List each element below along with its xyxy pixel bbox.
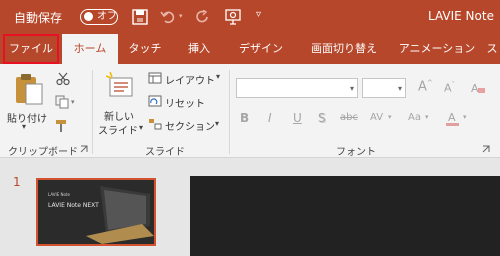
font-size-combobox[interactable]: ▾ bbox=[362, 78, 406, 98]
increase-font-size-icon[interactable]: A^ bbox=[418, 79, 433, 94]
autosave-toggle[interactable]: オフ bbox=[80, 9, 118, 25]
slide-thumbnail[interactable]: LAVIE Note LAVIE Note NEXT bbox=[36, 178, 156, 246]
undo-icon[interactable] bbox=[160, 10, 176, 24]
svg-text:A: A bbox=[471, 82, 479, 95]
document-title: LAVIE Note bbox=[428, 9, 494, 23]
reset-icon[interactable] bbox=[148, 95, 162, 107]
copy-icon[interactable] bbox=[55, 95, 69, 109]
font-group-label: フォント bbox=[336, 147, 376, 158]
autosave-label: 自動保存 bbox=[14, 11, 63, 25]
underline-button[interactable]: U bbox=[293, 111, 302, 125]
cut-icon[interactable] bbox=[56, 72, 70, 86]
clear-formatting-icon[interactable]: A bbox=[470, 80, 486, 96]
svg-text:A: A bbox=[448, 111, 456, 124]
clipboard-launcher-icon[interactable] bbox=[80, 145, 88, 153]
new-slide-label-1[interactable]: 新しい bbox=[104, 108, 134, 123]
chevron-down-icon[interactable]: ▾ bbox=[425, 113, 429, 121]
character-spacing-button[interactable]: AV bbox=[370, 112, 383, 123]
italic-button[interactable]: I bbox=[268, 111, 272, 125]
strikethrough-button[interactable]: abc bbox=[340, 112, 358, 123]
reset-label[interactable]: リセット bbox=[165, 95, 205, 110]
title-bar: 自動保存 オフ ▾ ▿ LAVIE Note bbox=[0, 0, 500, 34]
chevron-down-icon[interactable]: ▾ bbox=[388, 113, 392, 121]
paste-icon[interactable] bbox=[14, 72, 44, 106]
present-from-start-icon[interactable] bbox=[224, 8, 242, 26]
separator bbox=[92, 70, 93, 154]
laptop-image bbox=[86, 186, 154, 244]
tab-touch[interactable]: タッチ bbox=[122, 34, 168, 64]
separator bbox=[229, 70, 230, 154]
change-case-button[interactable]: Aa bbox=[408, 112, 421, 123]
slide-number: 1 bbox=[13, 175, 21, 189]
undo-dropdown-icon[interactable]: ▾ bbox=[179, 12, 183, 20]
autosave-state: オフ bbox=[97, 11, 117, 22]
ribbon: 貼り付け ▾ ▾ クリップボード 新しい スライド ▾ レイアウト ▾ リセット… bbox=[0, 64, 500, 158]
chevron-down-icon[interactable]: ▾ bbox=[350, 84, 354, 93]
new-slide-label-2[interactable]: スライド bbox=[98, 122, 138, 137]
thumb-small-text: LAVIE Note bbox=[48, 192, 70, 197]
new-slide-icon[interactable] bbox=[106, 72, 136, 100]
layout-icon[interactable] bbox=[148, 72, 162, 84]
format-painter-icon[interactable] bbox=[55, 119, 69, 133]
chevron-down-icon[interactable]: ▾ bbox=[398, 84, 402, 93]
tab-insert[interactable]: 挿入 bbox=[178, 34, 220, 64]
tab-file[interactable]: ファイル bbox=[3, 34, 59, 64]
save-icon[interactable] bbox=[132, 9, 148, 25]
clipboard-group-label: クリップボード bbox=[8, 147, 78, 158]
font-name-combobox[interactable]: ▾ bbox=[236, 78, 358, 98]
customize-qat-icon[interactable]: ▿ bbox=[256, 9, 261, 20]
tab-design[interactable]: デザイン bbox=[230, 34, 292, 64]
tab-slideshow[interactable]: ス bbox=[484, 34, 500, 64]
font-color-icon[interactable]: A bbox=[445, 109, 461, 127]
slides-group-label: スライド bbox=[145, 147, 185, 158]
font-launcher-icon[interactable] bbox=[482, 145, 490, 153]
decrease-font-size-icon[interactable]: Aˇ bbox=[444, 81, 455, 95]
toggle-knob bbox=[84, 12, 93, 21]
redo-icon[interactable] bbox=[196, 10, 210, 24]
text-shadow-button[interactable]: S bbox=[318, 111, 326, 125]
paste-dropdown-icon[interactable]: ▾ bbox=[22, 122, 26, 131]
layout-dropdown-icon[interactable]: ▾ bbox=[216, 72, 220, 81]
thumb-title: LAVIE Note NEXT bbox=[48, 202, 99, 209]
bold-button[interactable]: B bbox=[240, 111, 249, 125]
section-icon[interactable] bbox=[148, 118, 162, 130]
new-slide-dropdown-icon[interactable]: ▾ bbox=[139, 123, 143, 132]
section-label[interactable]: セクション bbox=[165, 118, 215, 133]
tab-animations[interactable]: アニメーション bbox=[394, 34, 480, 64]
copy-dropdown-icon[interactable]: ▾ bbox=[71, 98, 75, 106]
section-dropdown-icon[interactable]: ▾ bbox=[215, 119, 219, 128]
paste-label[interactable]: 貼り付け bbox=[7, 110, 47, 125]
chevron-down-icon[interactable]: ▾ bbox=[463, 113, 467, 121]
slide-editor[interactable] bbox=[190, 176, 500, 256]
ribbon-tabs: ファイル ホーム タッチ 挿入 デザイン 画面切り替え アニメーション ス bbox=[0, 34, 500, 64]
tab-home[interactable]: ホーム bbox=[62, 34, 118, 64]
layout-label[interactable]: レイアウト bbox=[165, 72, 215, 87]
tab-transitions[interactable]: 画面切り替え bbox=[300, 34, 388, 64]
workspace: 1 LAVIE Note LAVIE Note NEXT bbox=[0, 158, 500, 256]
